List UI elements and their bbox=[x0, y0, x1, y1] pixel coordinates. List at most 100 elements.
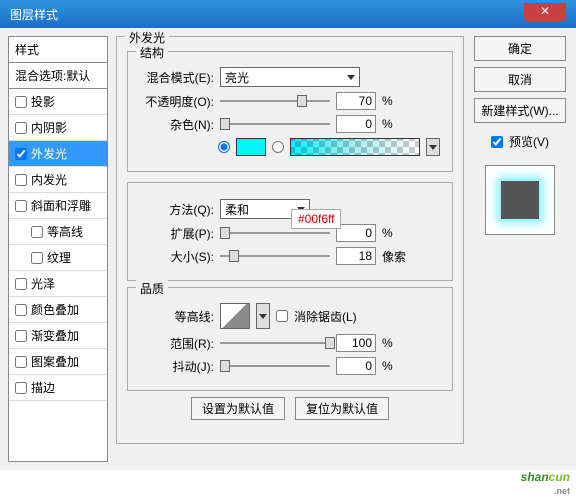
dialog-body: 样式 混合选项:默认 投影内阴影外发光内发光斜面和浮雕等高线纹理光泽颜色叠加渐变… bbox=[0, 28, 576, 470]
structure-group: 结构 混合模式(E): 亮光 不透明度(O): % 杂色(N): bbox=[127, 51, 453, 172]
set-default-button[interactable]: 设置为默认值 bbox=[191, 397, 285, 420]
style-checkbox[interactable] bbox=[15, 330, 27, 342]
preview-box bbox=[485, 165, 555, 235]
contour-picker-arrow[interactable] bbox=[256, 303, 270, 329]
style-item-label: 斜面和浮雕 bbox=[31, 197, 91, 214]
style-item-label: 光泽 bbox=[31, 275, 55, 292]
opacity-slider[interactable] bbox=[220, 100, 330, 102]
quality-group: 品质 等高线: 消除锯齿(L) 范围(R): % 抖动(J): bbox=[127, 287, 453, 391]
contour-label: 等高线: bbox=[138, 308, 214, 325]
cancel-button[interactable]: 取消 bbox=[474, 67, 566, 92]
range-slider[interactable] bbox=[220, 342, 330, 344]
style-checkbox[interactable] bbox=[15, 278, 27, 290]
style-item-0[interactable]: 投影 bbox=[9, 89, 107, 115]
technique-label: 方法(Q): bbox=[138, 201, 214, 218]
right-panel: 确定 取消 新建样式(W)... 预览(V) bbox=[472, 36, 568, 462]
gradient-radio[interactable] bbox=[272, 141, 284, 153]
anti-alias-checkbox[interactable] bbox=[276, 310, 288, 322]
style-item-label: 内阴影 bbox=[31, 119, 67, 136]
styles-panel: 样式 混合选项:默认 投影内阴影外发光内发光斜面和浮雕等高线纹理光泽颜色叠加渐变… bbox=[8, 36, 108, 462]
blend-mode-dropdown[interactable]: 亮光 bbox=[220, 67, 360, 87]
spread-slider[interactable] bbox=[220, 232, 330, 234]
titlebar: 图层样式 ✕ bbox=[0, 0, 576, 28]
style-item-label: 内发光 bbox=[31, 171, 67, 188]
main-panel: 外发光 结构 混合模式(E): 亮光 不透明度(O): % bbox=[116, 36, 464, 462]
color-radio[interactable] bbox=[218, 141, 230, 153]
window-title: 图层样式 bbox=[10, 6, 58, 23]
elements-group: 方法(Q): 柔和 扩展(P): % 大小(S): 像索 bbox=[127, 182, 453, 281]
opacity-input[interactable] bbox=[336, 92, 376, 110]
style-checkbox[interactable] bbox=[15, 356, 27, 368]
style-checkbox[interactable] bbox=[15, 382, 27, 394]
style-item-6[interactable]: 纹理 bbox=[9, 245, 107, 271]
preview-swatch bbox=[501, 181, 539, 219]
style-item-label: 外发光 bbox=[31, 145, 67, 162]
gradient-swatch[interactable] bbox=[290, 138, 420, 156]
style-item-label: 图案叠加 bbox=[31, 353, 79, 370]
outer-glow-group: 外发光 结构 混合模式(E): 亮光 不透明度(O): % bbox=[116, 36, 464, 444]
jitter-unit: % bbox=[382, 359, 393, 373]
jitter-slider[interactable] bbox=[220, 365, 330, 367]
styles-header[interactable]: 样式 bbox=[9, 37, 107, 63]
preview-checkbox[interactable] bbox=[491, 136, 503, 148]
style-item-label: 纹理 bbox=[47, 249, 71, 266]
spread-label: 扩展(P): bbox=[138, 225, 214, 242]
style-item-4[interactable]: 斜面和浮雕 bbox=[9, 193, 107, 219]
color-tooltip: #00f6ff bbox=[291, 209, 341, 229]
noise-unit: % bbox=[382, 117, 393, 131]
style-item-5[interactable]: 等高线 bbox=[9, 219, 107, 245]
technique-value: 柔和 bbox=[225, 201, 249, 218]
jitter-input[interactable] bbox=[336, 357, 376, 375]
noise-input[interactable] bbox=[336, 115, 376, 133]
style-checkbox[interactable] bbox=[15, 148, 27, 160]
size-slider[interactable] bbox=[220, 255, 330, 257]
size-unit: 像索 bbox=[382, 248, 406, 265]
gradient-picker-arrow[interactable] bbox=[426, 138, 440, 156]
style-checkbox[interactable] bbox=[31, 252, 43, 264]
structure-legend: 结构 bbox=[136, 44, 168, 61]
blend-options-item[interactable]: 混合选项:默认 bbox=[9, 63, 107, 89]
size-input[interactable] bbox=[336, 247, 376, 265]
contour-picker[interactable] bbox=[220, 303, 250, 329]
noise-slider[interactable] bbox=[220, 123, 330, 125]
style-item-3[interactable]: 内发光 bbox=[9, 167, 107, 193]
style-checkbox[interactable] bbox=[15, 96, 27, 108]
range-label: 范围(R): bbox=[138, 335, 214, 352]
blend-mode-label: 混合模式(E): bbox=[138, 69, 214, 86]
opacity-unit: % bbox=[382, 94, 393, 108]
style-item-10[interactable]: 图案叠加 bbox=[9, 349, 107, 375]
style-checkbox[interactable] bbox=[15, 122, 27, 134]
style-checkbox[interactable] bbox=[31, 226, 43, 238]
jitter-label: 抖动(J): bbox=[138, 358, 214, 375]
quality-legend: 品质 bbox=[136, 280, 168, 297]
range-unit: % bbox=[382, 336, 393, 350]
reset-default-button[interactable]: 复位为默认值 bbox=[295, 397, 389, 420]
spread-input[interactable] bbox=[336, 224, 376, 242]
ok-button[interactable]: 确定 bbox=[474, 36, 566, 61]
chevron-down-icon bbox=[347, 75, 355, 80]
style-item-label: 颜色叠加 bbox=[31, 301, 79, 318]
style-item-2[interactable]: 外发光 bbox=[9, 141, 107, 167]
watermark: shancun .net bbox=[521, 468, 570, 496]
range-input[interactable] bbox=[336, 334, 376, 352]
size-label: 大小(S): bbox=[138, 248, 214, 265]
preview-label: 预览(V) bbox=[509, 133, 549, 150]
new-style-button[interactable]: 新建样式(W)... bbox=[474, 98, 566, 123]
style-checkbox[interactable] bbox=[15, 304, 27, 316]
opacity-label: 不透明度(O): bbox=[138, 93, 214, 110]
style-item-label: 描边 bbox=[31, 379, 55, 396]
spread-unit: % bbox=[382, 226, 393, 240]
style-item-8[interactable]: 颜色叠加 bbox=[9, 297, 107, 323]
blend-mode-value: 亮光 bbox=[225, 69, 249, 86]
style-item-label: 渐变叠加 bbox=[31, 327, 79, 344]
style-item-9[interactable]: 渐变叠加 bbox=[9, 323, 107, 349]
style-item-11[interactable]: 描边 bbox=[9, 375, 107, 401]
style-item-1[interactable]: 内阴影 bbox=[9, 115, 107, 141]
color-swatch[interactable] bbox=[236, 138, 266, 156]
style-item-label: 等高线 bbox=[47, 223, 83, 240]
noise-label: 杂色(N): bbox=[138, 116, 214, 133]
style-checkbox[interactable] bbox=[15, 200, 27, 212]
close-button[interactable]: ✕ bbox=[524, 3, 566, 21]
style-checkbox[interactable] bbox=[15, 174, 27, 186]
style-item-7[interactable]: 光泽 bbox=[9, 271, 107, 297]
